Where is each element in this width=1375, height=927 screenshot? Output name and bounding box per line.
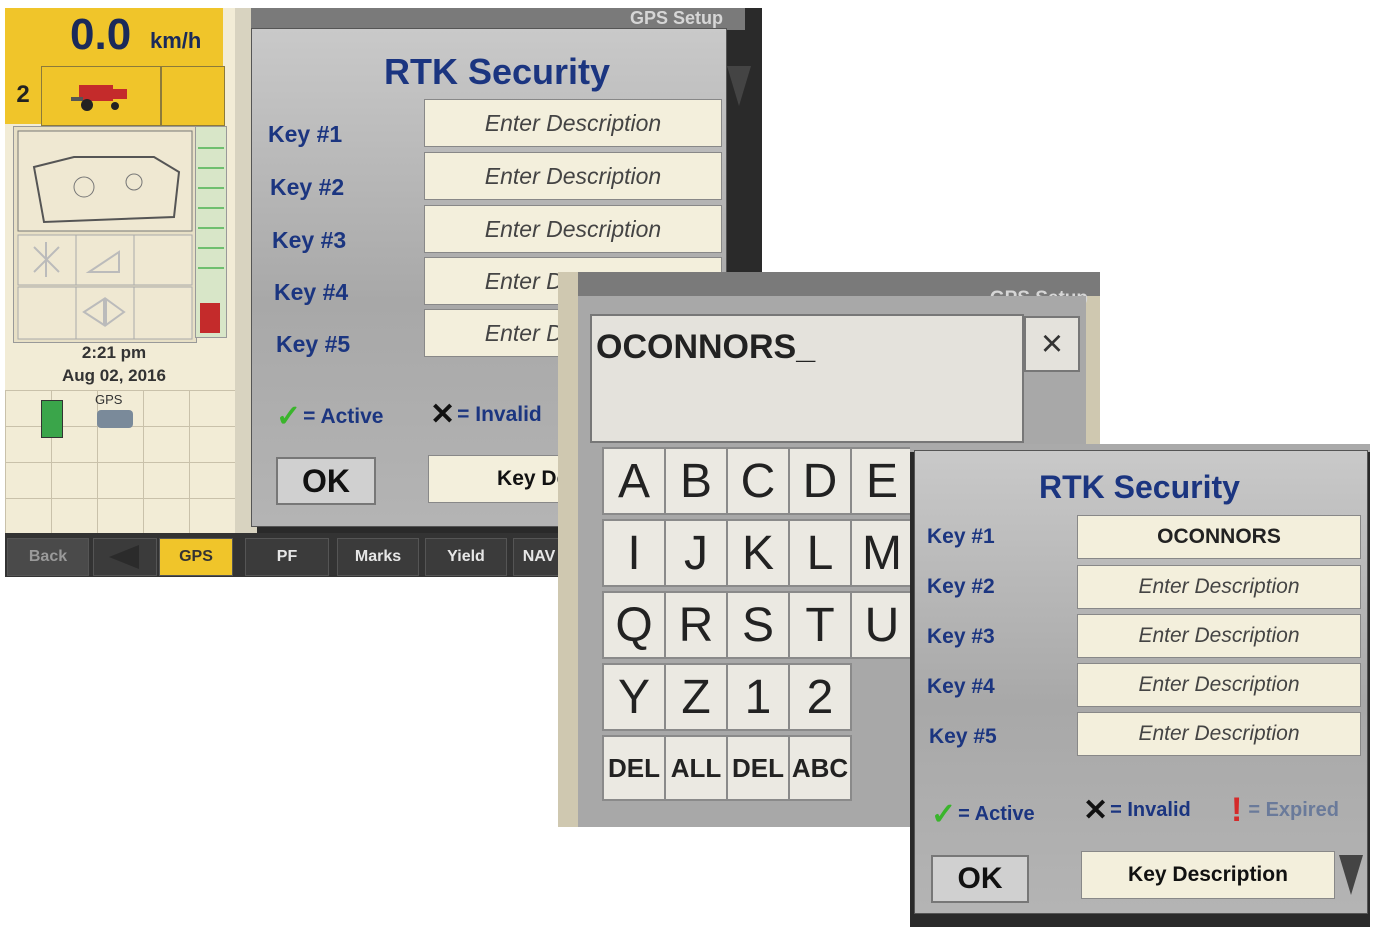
legend-invalid: ✕ = Invalid xyxy=(1083,793,1191,828)
tab-gps[interactable]: GPS xyxy=(159,538,233,576)
fuel-icon xyxy=(41,400,63,438)
text-entry-field[interactable]: OCONNORS_ xyxy=(590,314,1024,443)
x-icon: ✕ xyxy=(430,398,456,431)
key-all[interactable]: ALL xyxy=(664,735,728,801)
clock-time: 2:21 pm xyxy=(81,343,147,362)
exclamation-icon: ! xyxy=(1231,791,1243,829)
gear-indicator: 2 xyxy=(5,66,41,124)
tab-marks[interactable]: Marks xyxy=(337,538,419,576)
speed-unit: km/h xyxy=(150,28,202,53)
back-arrow-icon[interactable] xyxy=(93,538,157,576)
close-icon[interactable]: × xyxy=(1024,316,1080,372)
dropdown-arrow-icon[interactable] xyxy=(727,66,751,106)
key-r[interactable]: R xyxy=(664,591,728,659)
key-1-label: Key #1 xyxy=(268,121,343,147)
screen-rtk-security-filled: RTK Security Key #1 OCONNORS Key #2 Ente… xyxy=(910,444,1370,927)
key-2-label: Key #2 xyxy=(927,575,995,598)
dialog-title: RTK Security xyxy=(384,51,611,92)
legend-invalid-text: = Invalid xyxy=(1110,799,1191,821)
key-2-label: Key #2 xyxy=(270,174,345,200)
machine-diagram xyxy=(13,126,197,343)
key-5-field[interactable]: Enter Description xyxy=(1077,712,1361,756)
key-3-field[interactable]: Enter Description xyxy=(424,205,722,253)
combine-icon[interactable] xyxy=(41,66,161,126)
ok-button[interactable]: OK xyxy=(276,457,376,505)
key-4-label: Key #4 xyxy=(927,675,995,698)
key-k[interactable]: K xyxy=(726,519,790,587)
gps-satellite-icon xyxy=(97,410,133,428)
key-del-2[interactable]: DEL xyxy=(726,735,790,801)
key-i[interactable]: I xyxy=(602,519,666,587)
legend-invalid-text: = Invalid xyxy=(457,402,542,426)
key-3-field[interactable]: Enter Description xyxy=(1077,614,1361,658)
key-1-field[interactable]: Enter Description xyxy=(424,99,722,147)
key-5-label: Key #5 xyxy=(929,725,997,748)
key-5-label: Key #5 xyxy=(276,331,351,357)
key-l[interactable]: L xyxy=(788,519,852,587)
legend-invalid: ✕ = Invalid xyxy=(430,397,542,432)
key-s[interactable]: S xyxy=(726,591,790,659)
key-abc[interactable]: ABC xyxy=(788,735,852,801)
speed-value: 0.0 xyxy=(70,10,132,59)
speed-display: 0.0 km/h xyxy=(5,8,223,68)
legend-active-text: = Active xyxy=(958,803,1035,825)
key-2-field[interactable]: Enter Description xyxy=(1077,565,1361,609)
key-q[interactable]: Q xyxy=(602,591,666,659)
tab-yield[interactable]: Yield xyxy=(425,538,507,576)
key-d[interactable]: D xyxy=(788,447,852,515)
rtk-security-dialog: RTK Security Key #1 OCONNORS Key #2 Ente… xyxy=(914,450,1368,914)
status-sidebar: 0.0 km/h 2 2:21 pm Aug 02, 2016 GPS xyxy=(5,8,235,533)
legend-active: ✓ = Active xyxy=(276,399,384,434)
fuel-icon xyxy=(200,303,220,333)
key-1-field[interactable]: OCONNORS xyxy=(1077,515,1361,559)
key-4-field[interactable]: Enter Description xyxy=(1077,663,1361,707)
key-2[interactable]: 2 xyxy=(788,663,852,731)
key-1[interactable]: 1 xyxy=(726,663,790,731)
key-b[interactable]: B xyxy=(664,447,728,515)
header-title: GPS Setup xyxy=(629,8,723,28)
key-3-label: Key #3 xyxy=(272,227,347,253)
legend-expired: ! = Expired xyxy=(1231,791,1339,830)
x-icon: ✕ xyxy=(1083,794,1109,827)
check-icon: ✓ xyxy=(276,400,302,433)
dropdown-arrow-icon[interactable] xyxy=(1339,855,1363,895)
key-c[interactable]: C xyxy=(726,447,790,515)
ok-button[interactable]: OK xyxy=(931,855,1029,903)
legend-active-text: = Active xyxy=(303,404,384,428)
key-y[interactable]: Y xyxy=(602,663,666,731)
key-m[interactable]: M xyxy=(850,519,914,587)
key-e[interactable]: E xyxy=(850,447,914,515)
dialog-title: RTK Security xyxy=(1039,469,1240,505)
key-3-label: Key #3 xyxy=(927,625,995,648)
key-t[interactable]: T xyxy=(788,591,852,659)
key-j[interactable]: J xyxy=(664,519,728,587)
key-u[interactable]: U xyxy=(850,591,914,659)
key-del[interactable]: DEL xyxy=(602,735,666,801)
tab-pf[interactable]: PF xyxy=(245,538,329,576)
key-1-label: Key #1 xyxy=(927,525,995,548)
clock-date: Aug 02, 2016 xyxy=(62,366,166,385)
level-gauge xyxy=(195,126,227,338)
key-z[interactable]: Z xyxy=(664,663,728,731)
key-description-button[interactable]: Key Description xyxy=(1081,851,1335,899)
key-2-field[interactable]: Enter Description xyxy=(424,152,722,200)
legend-active: ✓ = Active xyxy=(931,797,1035,832)
key-4-label: Key #4 xyxy=(274,279,349,305)
check-icon: ✓ xyxy=(931,798,957,831)
text-entry-value: OCONNORS_ xyxy=(596,328,816,366)
tab-back[interactable]: Back xyxy=(7,538,89,576)
status-tile[interactable] xyxy=(161,66,225,126)
gps-satellite-icon-label: GPS xyxy=(95,392,123,407)
key-a[interactable]: A xyxy=(602,447,666,515)
header-strip: GPS Setup xyxy=(251,8,745,30)
legend-expired-text: = Expired xyxy=(1248,799,1339,821)
